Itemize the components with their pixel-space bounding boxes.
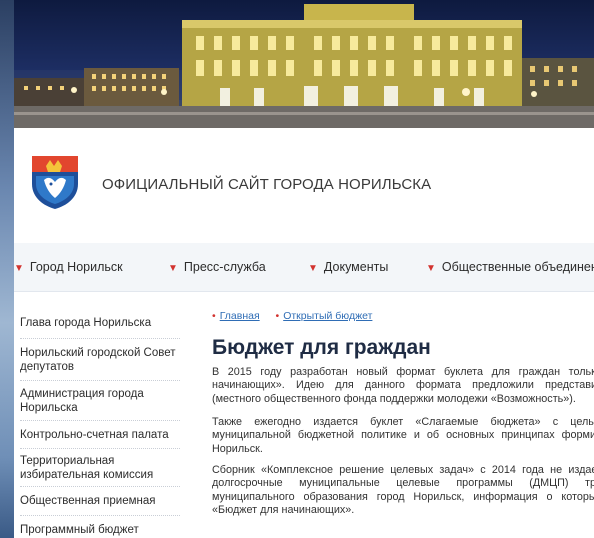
sidebar-divider <box>20 515 180 516</box>
nav-item-label: Город Норильск <box>29 260 123 274</box>
page: ОФИЦИАЛЬНЫЙ САЙТ ГОРОДА НОРИЛЬСКА ▼ Город… <box>14 0 594 538</box>
sidebar-item-administration[interactable]: Администрация города Норильска <box>20 387 180 415</box>
nav-item-press-service[interactable]: ▼ Пресс-служба <box>168 260 266 274</box>
nav-item-public-associations[interactable]: ▼ Общественные объединения <box>426 260 594 274</box>
sidebar-divider <box>20 486 180 487</box>
sidebar-item-program-budget[interactable]: Программный бюджет <box>20 523 180 537</box>
bullet-icon: ▼ <box>168 263 178 274</box>
bullet-icon: ▼ <box>14 263 24 274</box>
paragraph: Сборник «Комплексное решение целевых зад… <box>212 464 594 517</box>
header-banner-photo <box>14 0 594 128</box>
sidebar-divider <box>20 380 180 381</box>
nav-item-city[interactable]: ▼ Город Норильск <box>14 260 123 274</box>
bullet-icon: • <box>212 310 216 322</box>
sidebar-item-audit-chamber[interactable]: Контрольно-счетная палата <box>20 428 180 442</box>
bullet-icon: ▼ <box>308 263 318 274</box>
city-building-illustration <box>14 4 594 128</box>
sidebar-item-public-reception[interactable]: Общественная приемная <box>20 494 180 508</box>
nav-item-label: Общественные объединения <box>441 260 594 274</box>
sidebar-item-election-commission[interactable]: Территориальная избирательная комиссия <box>20 454 180 482</box>
sidebar-divider <box>20 338 180 339</box>
sidebar-item-city-council[interactable]: Норильский городской Совет депутатов <box>20 346 180 374</box>
page-title: Бюджет для граждан <box>212 336 431 359</box>
breadcrumb: • Главная • Открытый бюджет <box>212 310 372 322</box>
main-navigation: ▼ Город Норильск ▼ Пресс-служба ▼ Документы… <box>14 243 594 292</box>
sidebar-item-city-head[interactable]: Глава города Норильска <box>20 316 180 330</box>
breadcrumb-section-link[interactable]: Открытый бюджет <box>283 310 372 322</box>
background-photo-strip <box>0 0 14 538</box>
site-title: ОФИЦИАЛЬНЫЙ САЙТ ГОРОДА НОРИЛЬСКА <box>102 176 432 193</box>
paragraph: Также ежегодно издается буклет «Слагаемы… <box>212 416 594 455</box>
nav-item-label: Пресс-служба <box>183 260 266 274</box>
sidebar-divider <box>20 420 180 421</box>
city-coat-of-arms-logo[interactable] <box>30 154 80 210</box>
bullet-icon: ▼ <box>426 263 436 274</box>
site-header: ОФИЦИАЛЬНЫЙ САЙТ ГОРОДА НОРИЛЬСКА <box>14 128 594 244</box>
sidebar-divider <box>20 448 180 449</box>
nav-item-documents[interactable]: ▼ Документы <box>308 260 388 274</box>
bullet-icon: • <box>275 310 280 322</box>
nav-item-label: Документы <box>323 260 389 274</box>
paragraph: В 2015 году разработан новый формат букл… <box>212 366 594 405</box>
breadcrumb-home-link[interactable]: Главная <box>220 310 260 322</box>
